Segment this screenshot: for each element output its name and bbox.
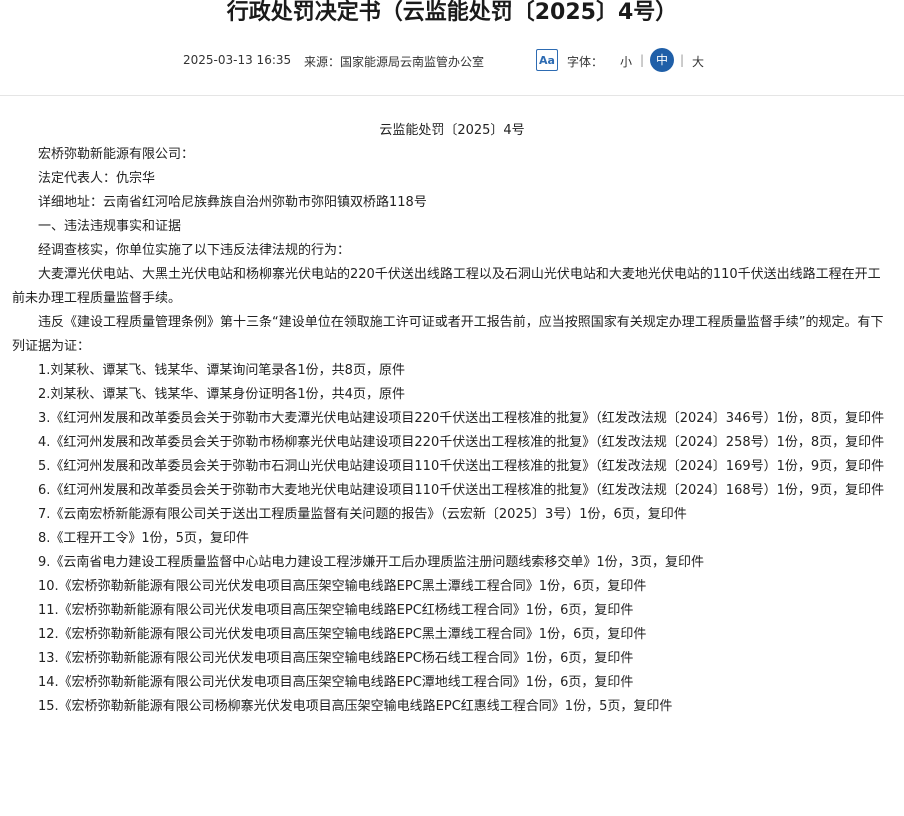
publish-date: 2025-03-13 16:35 (183, 53, 292, 67)
font-size-label: 字体： (567, 55, 604, 69)
font-size-medium-button[interactable]: 中 (650, 48, 674, 72)
violated-regulation: 违反《建设工程质量管理条例》第十三条“建设单位在领取施工许可证或者开工报告前，应… (12, 315, 884, 354)
font-size-separator: | (680, 53, 685, 67)
article-source: 来源：国家能源局云南监管办公室 (304, 55, 485, 69)
article-meta-bar: 2025-03-13 16:35 来源：国家能源局云南监管办公室 Aa 字体： … (0, 48, 904, 74)
legal-representative-line: 法定代表人：仇宗华 (38, 171, 156, 186)
document-number: 云监能处罚〔2025〕4号 (379, 123, 525, 138)
address-line: 详细地址：云南省红河哈尼族彝族自治州弥勒市弥阳镇双桥路118号 (38, 195, 427, 210)
font-toggle-icon-button[interactable]: Aa (536, 49, 558, 71)
investigation-intro: 经调查核实，你单位实施了以下违反法律法规的行为： (38, 243, 351, 258)
evidence-item: 6.《红河州发展和改革委员会关于弥勒市大麦地光伏电站建设项目110千伏送出工程核… (38, 483, 885, 498)
evidence-item: 7.《云南宏桥新能源有限公司关于送出工程质量监督有关问题的报告》（云宏新〔202… (38, 507, 687, 522)
evidence-item: 4.《红河州发展和改革委员会关于弥勒市杨柳寨光伏电站建设项目220千伏送出工程核… (38, 435, 885, 450)
page-title: 行政处罚决定书（云监能处罚〔2025〕4号） (226, 0, 678, 25)
evidence-item: 14.《宏桥弥勒新能源有限公司光伏发电项目高压架空输电线路EPC潭地线工程合同》… (38, 675, 634, 690)
evidence-item: 9.《云南省电力建设工程质量监督中心站电力建设工程涉嫌开工后办理质监注册问题线索… (38, 555, 704, 570)
evidence-item: 12.《宏桥弥勒新能源有限公司光伏发电项目高压架空输电线路EPC黑土潭线工程合同… (38, 627, 647, 642)
font-size-small-button[interactable]: 小 (620, 53, 632, 70)
article-page: 行政处罚决定书（云监能处罚〔2025〕4号） 2025-03-13 16:35 … (0, 0, 904, 816)
evidence-item: 11.《宏桥弥勒新能源有限公司光伏发电项目高压架空输电线路EPC红杨线工程合同》… (38, 603, 634, 618)
evidence-item: 1.刘某秋、谭某飞、钱某华、谭某询问笔录各1份，共8页，原件 (38, 363, 405, 378)
evidence-item: 13.《宏桥弥勒新能源有限公司光伏发电项目高压架空输电线路EPC杨石线工程合同》… (38, 651, 634, 666)
evidence-item: 10.《宏桥弥勒新能源有限公司光伏发电项目高压架空输电线路EPC黑土潭线工程合同… (38, 579, 647, 594)
evidence-item: 2.刘某秋、谭某飞、钱某华、谭某身份证明各1份，共4页，原件 (38, 387, 405, 402)
violation-fact: 大麦潭光伏电站、大黑土光伏电站和杨柳寨光伏电站的220千伏送出线路工程以及石洞山… (12, 267, 881, 306)
font-size-separator: | (640, 53, 645, 67)
evidence-item: 8.《工程开工令》1份，5页，复印件 (38, 531, 249, 546)
recipient-line: 宏桥弥勒新能源有限公司： (38, 147, 195, 162)
font-size-large-button[interactable]: 大 (692, 53, 704, 70)
header-divider (0, 95, 904, 96)
evidence-item: 5.《红河州发展和改革委员会关于弥勒市石洞山光伏电站建设项目110千伏送出工程核… (38, 459, 885, 474)
evidence-item: 3.《红河州发展和改革委员会关于弥勒市大麦潭光伏电站建设项目220千伏送出工程核… (38, 411, 885, 426)
section-heading: 一、违法违规事实和证据 (38, 219, 182, 234)
evidence-item: 15.《宏桥弥勒新能源有限公司杨柳寨光伏发电项目高压架空输电线路EPC红惠线工程… (38, 699, 673, 714)
document-body: 宏桥弥勒新能源有限公司： 法定代表人：仇宗华 详细地址：云南省红河哈尼族彝族自治… (12, 143, 890, 719)
